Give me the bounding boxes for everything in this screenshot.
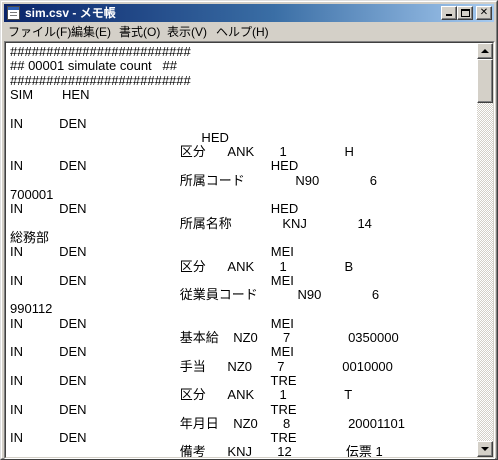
editor: ######################### ## 00001 simula… xyxy=(5,42,494,458)
minimize-button[interactable] xyxy=(441,6,457,20)
maximize-button[interactable] xyxy=(457,6,473,20)
text-line: IN DEN MEI xyxy=(10,344,294,360)
text-line: IN DEN HED xyxy=(10,201,299,217)
text-line: 区分 ANK 1 H xyxy=(10,144,354,160)
text-line: ######################### xyxy=(10,72,191,88)
text-line: 総務部 xyxy=(10,229,50,245)
text-line: SIM HEN xyxy=(10,86,90,102)
menu-bar: ファイル(F) 編集(E) 書式(O) 表示(V) ヘルプ(H) xyxy=(4,23,494,41)
text-line: 従業員コード N90 6 xyxy=(10,287,380,303)
title-bar[interactable]: sim.csv - メモ帳 ✕ xyxy=(4,4,494,22)
text-line: 990112 xyxy=(10,301,53,317)
maximize-icon xyxy=(461,9,470,17)
close-icon: ✕ xyxy=(479,7,489,18)
menu-view[interactable]: 表示(V) xyxy=(167,25,207,39)
text-area[interactable]: ######################### ## 00001 simula… xyxy=(6,43,476,458)
text-line: IN DEN TRE xyxy=(10,372,297,388)
menu-help[interactable]: ヘルプ(H) xyxy=(216,25,269,39)
text-line: IN DEN TRE xyxy=(10,401,297,417)
scroll-thumb[interactable] xyxy=(477,59,493,103)
arrow-down-icon xyxy=(481,447,489,451)
menu-file[interactable]: ファイル(F) xyxy=(8,25,71,39)
text-line: HED xyxy=(10,129,229,145)
text-line: 備考 KNJ 12 伝票 1 xyxy=(10,444,383,457)
text-line: IN DEN HED xyxy=(10,158,299,174)
text-line: IN DEN MEI xyxy=(10,315,294,331)
menu-edit[interactable]: 編集(E) xyxy=(71,25,111,39)
text-line: 区分 ANK 1 B xyxy=(10,258,354,274)
text-line: 年月日 NZ0 8 20001101 xyxy=(10,415,405,431)
menu-format[interactable]: 書式(O) xyxy=(119,25,160,39)
arrow-up-icon xyxy=(481,49,489,53)
text-line: ## 00001 simulate count ## xyxy=(10,58,177,74)
text-line: 基本給 NZ0 7 0350000 xyxy=(10,330,399,345)
scroll-down-button[interactable] xyxy=(477,441,493,457)
text-line: IN DEN TRE xyxy=(10,430,297,446)
text-line: 区分 ANK 1 T xyxy=(10,387,353,403)
text-line: 所属名称 KNJ 14 xyxy=(10,215,372,231)
text-line: ######################### xyxy=(10,44,191,59)
window-title: sim.csv - メモ帳 xyxy=(25,6,116,20)
notepad-window: sim.csv - メモ帳 ✕ ファイル(F) 編集(E) 書式(O) 表示(V… xyxy=(0,0,498,460)
scroll-up-button[interactable] xyxy=(477,43,493,59)
text-line: 手当 NZ0 7 0010000 xyxy=(10,358,393,374)
text-line: IN DEN xyxy=(10,115,87,131)
notepad-icon[interactable] xyxy=(7,6,20,20)
vertical-scrollbar[interactable] xyxy=(477,43,493,457)
minimize-icon xyxy=(446,14,452,16)
text-line: IN DEN MEI xyxy=(10,244,294,260)
text-line: 700001 xyxy=(10,187,54,202)
text-line: 所属コード N90 6 xyxy=(10,172,377,188)
text-line: IN DEN MEI xyxy=(10,272,294,288)
editor-frame: ######################### ## 00001 simula… xyxy=(4,41,495,459)
close-button[interactable]: ✕ xyxy=(476,6,492,20)
window-frame: sim.csv - メモ帳 ✕ ファイル(F) 編集(E) 書式(O) 表示(V… xyxy=(1,1,497,459)
